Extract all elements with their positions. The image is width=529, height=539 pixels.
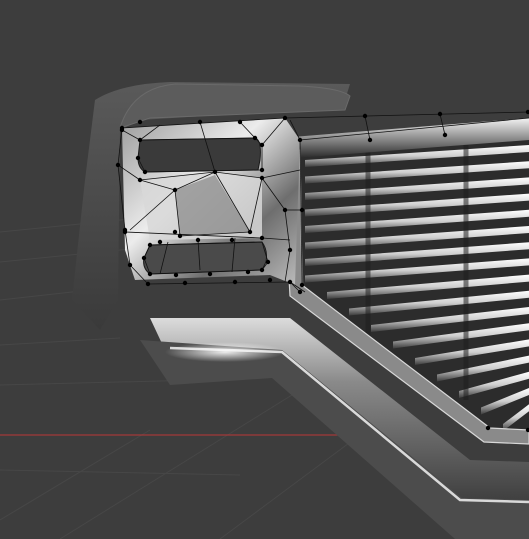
viewport-canvas[interactable]: [0, 0, 529, 539]
headlamp-lower-lens: [143, 241, 267, 275]
bumper-glow: [165, 342, 285, 362]
3d-viewport[interactable]: [0, 0, 529, 539]
headlamp-upper-lens: [137, 137, 261, 173]
